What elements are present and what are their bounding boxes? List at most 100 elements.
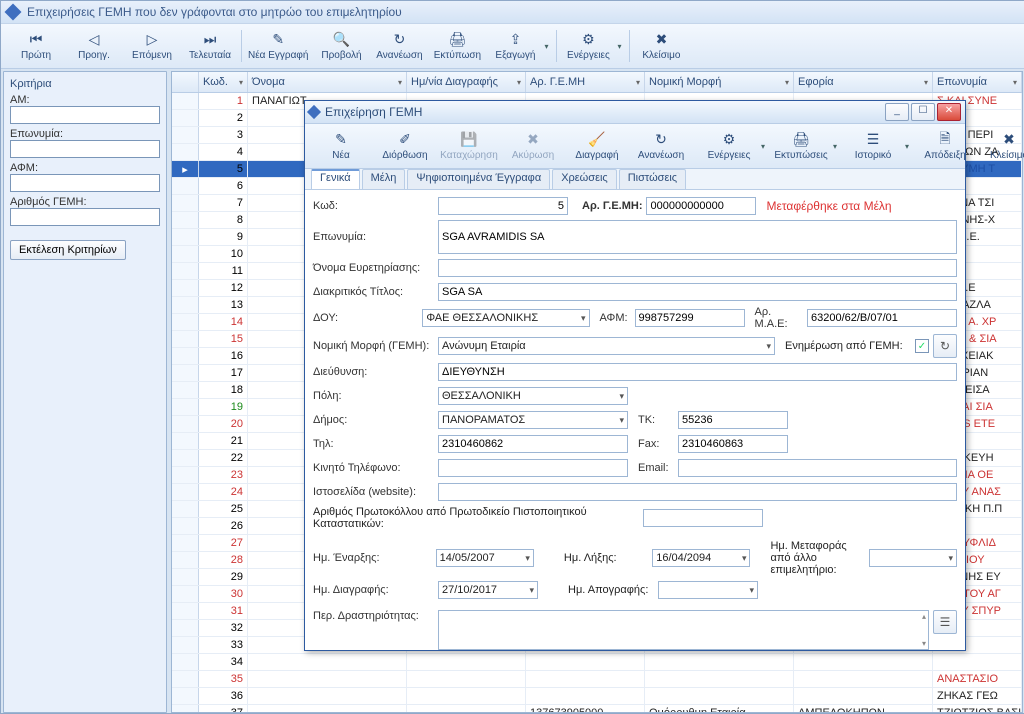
refresh-button[interactable]: ↻Ανανέωση <box>370 26 428 66</box>
export-button-dropdown[interactable]: ▾ <box>544 42 554 51</box>
close-button[interactable]: ✖Κλείσιμο <box>632 26 690 66</box>
dlg-refresh[interactable]: ↻Ανανέωση <box>629 126 693 166</box>
dlg-prints-dropdown[interactable]: ▾ <box>833 142 837 151</box>
table-row[interactable]: 34 <box>172 654 1022 671</box>
dlg-actions[interactable]: ⚙Ενέργειες <box>697 126 761 166</box>
til-input[interactable] <box>438 435 628 453</box>
diakr-input[interactable] <box>438 283 957 301</box>
tab-0[interactable]: Γενικά <box>311 169 360 189</box>
kin-input[interactable] <box>438 459 628 477</box>
prev-button[interactable]: ◁Προηγ. <box>65 26 123 66</box>
poli-lab: Πόλη: <box>313 390 438 402</box>
armae-input[interactable] <box>807 309 957 327</box>
col-header-2[interactable]: Όνομα▾ <box>248 72 407 92</box>
actions-button[interactable]: ⚙Ενέργειες <box>559 26 617 66</box>
filter-icon[interactable]: ▾ <box>785 78 789 87</box>
perdr-textarea[interactable]: ▴▾ <box>438 610 929 650</box>
dialog-close-button[interactable]: ✕ <box>937 103 961 121</box>
tab-1[interactable]: Μέλη <box>362 169 406 189</box>
hmeta-date[interactable] <box>869 549 957 567</box>
hlix-date[interactable]: 16/04/2094 <box>652 549 750 567</box>
perdr-extra-icon[interactable]: ☰ <box>933 610 957 634</box>
afm-input[interactable] <box>10 174 160 192</box>
armae-lab: Αρ. Μ.Α.Ε: <box>755 306 807 330</box>
dlg-receipt[interactable]: 🗎Απόδειξη <box>913 126 977 166</box>
eponymia-input2[interactable] <box>438 220 957 254</box>
next-button-icon: ▷ <box>144 32 160 48</box>
tab-4[interactable]: Πιστώσεις <box>619 169 686 189</box>
onomae-input[interactable] <box>438 259 957 277</box>
email-input[interactable] <box>678 459 957 477</box>
hmeta-lab: Ημ. Μεταφοράς από άλλο επιμελητήριο: <box>770 540 868 576</box>
col-header-5[interactable]: Νομική Μορφή▾ <box>645 72 794 92</box>
dialog-max-button[interactable]: ☐ <box>911 103 935 121</box>
fax-input[interactable] <box>678 435 788 453</box>
col-header-4[interactable]: Αρ. Γ.Ε.ΜΗ▾ <box>526 72 645 92</box>
col-header-0[interactable] <box>172 72 199 92</box>
hapogr-date[interactable] <box>658 581 758 599</box>
addr-input[interactable] <box>438 363 957 381</box>
argemi-input[interactable] <box>10 208 160 226</box>
first-button[interactable]: ⏮Πρώτη <box>7 26 65 66</box>
dlg-delete[interactable]: 🧹Διαγραφή <box>565 126 629 166</box>
nomiki-select[interactable]: Ανώνυμη Εταιρία <box>438 337 775 355</box>
eponymia-input[interactable] <box>10 140 160 158</box>
dlg-new[interactable]: ✎Νέα <box>309 126 373 166</box>
new-record-button[interactable]: ✎Νέα Εγγραφή <box>244 26 312 66</box>
am-label: ΑΜ: <box>10 94 160 106</box>
actions-button-dropdown[interactable]: ▾ <box>617 42 627 51</box>
col-header-1[interactable]: Κωδ.▾ <box>199 72 248 92</box>
enim-checkbox[interactable]: ✓ <box>915 339 929 353</box>
dlg-prints-icon: 🖨 <box>793 132 809 148</box>
poli-select[interactable]: ΘΕΣΣΑΛΟΝΙΚΗ <box>438 387 628 405</box>
dialog-min-button[interactable]: _ <box>885 103 909 121</box>
grid-header: Κωδ.▾Όνομα▾Ημ/νία Διαγραφής▾Αρ. Γ.Ε.ΜΗ▾Ν… <box>172 72 1022 93</box>
dlg-close[interactable]: ✖Κλείσιμο <box>977 126 1024 166</box>
view-button[interactable]: 🔍Προβολή <box>312 26 370 66</box>
filter-icon[interactable]: ▾ <box>398 78 402 87</box>
dlg-history[interactable]: ☰Ιστορικό <box>841 126 905 166</box>
tab-3[interactable]: Χρεώσεις <box>552 169 617 189</box>
run-criteria-button[interactable]: Εκτέλεση Κριτηρίων <box>10 240 126 260</box>
dlg-prints[interactable]: 🖨Εκτυπώσεις <box>769 126 833 166</box>
view-button-icon: 🔍 <box>333 32 349 48</box>
refresh-button-icon: ↻ <box>391 32 407 48</box>
tk-input[interactable] <box>678 411 788 429</box>
doy-select[interactable]: ΦΑΕ ΘΕΣΣΑΛΟΝΙΚΗΣ <box>422 309 589 327</box>
afm-lab2: ΑΦΜ: <box>600 312 635 324</box>
perdr-lab: Περ. Δραστηριότητας: <box>313 610 438 622</box>
tab-2[interactable]: Ψηφιοποιημένα Έγγραφα <box>407 169 550 189</box>
dlg-actions-dropdown[interactable]: ▾ <box>761 142 765 151</box>
criteria-heading: Κριτήρια <box>10 78 160 90</box>
afm-input2[interactable] <box>635 309 745 327</box>
argemi-input2[interactable] <box>646 197 756 215</box>
filter-icon[interactable]: ▾ <box>1013 78 1017 87</box>
henarx-date[interactable]: 14/05/2007 <box>436 549 534 567</box>
dlg-history-dropdown[interactable]: ▾ <box>905 142 909 151</box>
table-row[interactable]: 35ΑΝΑΣΤΑΣΙΟ <box>172 671 1022 688</box>
print-button[interactable]: 🖨Εκτύπωση <box>428 26 486 66</box>
col-header-3[interactable]: Ημ/νία Διαγραφής▾ <box>407 72 526 92</box>
filter-icon[interactable]: ▾ <box>239 78 243 87</box>
col-header-6[interactable]: Εφορία▾ <box>794 72 933 92</box>
filter-icon[interactable]: ▾ <box>924 78 928 87</box>
dlg-edit[interactable]: ✐Διόρθωση <box>373 126 437 166</box>
prev-button-icon: ◁ <box>86 32 102 48</box>
refresh-gemh-icon[interactable]: ↻ <box>933 334 957 358</box>
next-button[interactable]: ▷Επόμενη <box>123 26 181 66</box>
main-window: Επιχειρήσεις ΓΕΜΗ που δεν γράφονται στο … <box>0 0 1024 714</box>
last-button[interactable]: ⏭Τελευταία <box>181 26 239 66</box>
hdiagr-date[interactable]: 27/10/2017 <box>438 581 538 599</box>
dimos-select[interactable]: ΠΑΝΟΡΑΜΑΤΟΣ <box>438 411 628 429</box>
filter-icon[interactable]: ▾ <box>517 78 521 87</box>
table-row[interactable]: 36ΖΗΚΑΣ ΓΕΩ <box>172 688 1022 705</box>
kod-input[interactable] <box>438 197 568 215</box>
web-input[interactable] <box>438 483 957 501</box>
am-input[interactable] <box>10 106 160 124</box>
hlix-lab: Ημ. Λήξης: <box>564 552 652 564</box>
col-header-7[interactable]: Επωνυμία▾ <box>933 72 1022 92</box>
export-button[interactable]: ⇪Εξαγωγή <box>486 26 544 66</box>
onomae-lab: Όνομα Ευρετηρίασης: <box>313 262 438 274</box>
arprot-input[interactable] <box>643 509 763 527</box>
filter-icon[interactable]: ▾ <box>636 78 640 87</box>
